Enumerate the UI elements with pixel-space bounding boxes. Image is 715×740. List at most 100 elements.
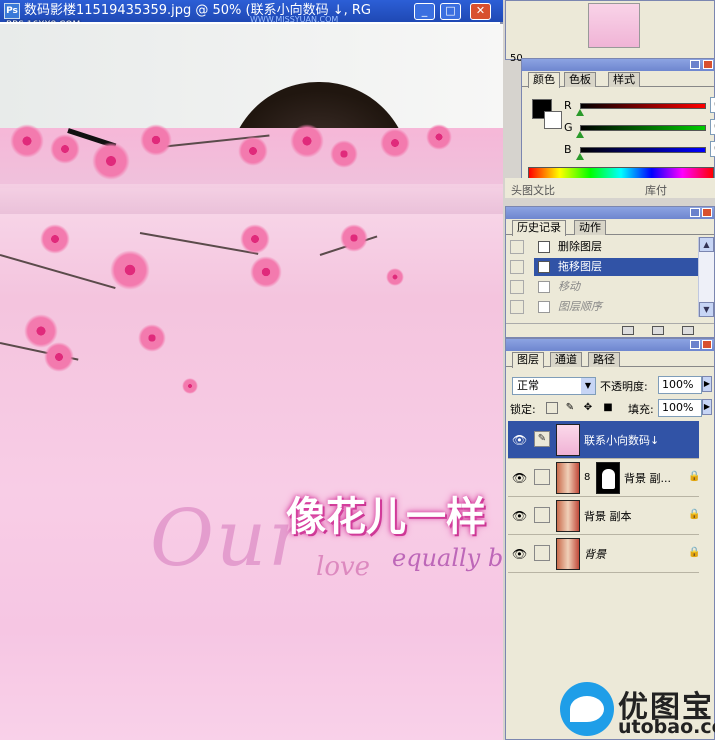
document-window: Ps 数码影楼11519435359.jpg @ 50% (联系小向数码 ↓, … bbox=[0, 0, 503, 740]
green-slider[interactable] bbox=[580, 125, 706, 131]
history-item[interactable]: 移动 bbox=[506, 277, 699, 297]
history-item-selected[interactable]: 拖移图层 bbox=[506, 257, 699, 277]
visibility-eye-icon[interactable]: 👁 bbox=[512, 509, 527, 523]
minimize-button[interactable]: _ bbox=[414, 3, 435, 20]
padlock-icon: 🔒 bbox=[688, 509, 701, 520]
scroll-up-icon[interactable]: ▲ bbox=[699, 237, 714, 252]
history-panel-tabs: 历史记录 动作 bbox=[506, 219, 714, 236]
art-script-equally: equally bloo bbox=[392, 544, 503, 572]
link-box[interactable] bbox=[534, 507, 550, 523]
link-box[interactable] bbox=[534, 545, 550, 561]
tab-channels[interactable]: 通道 bbox=[550, 352, 582, 367]
new-document-from-state-icon[interactable] bbox=[622, 326, 634, 335]
layer-name: 背景 副本 bbox=[584, 510, 632, 523]
layer-thumbnail bbox=[556, 538, 580, 570]
fill-arrow-icon[interactable]: ▶ bbox=[702, 399, 712, 415]
history-item[interactable]: 图层顺序 bbox=[506, 297, 699, 317]
navigator-thumbnail[interactable] bbox=[588, 3, 640, 48]
document-titlebar[interactable]: Ps 数码影楼11519435359.jpg @ 50% (联系小向数码 ↓, … bbox=[0, 0, 503, 22]
background-color-swatch[interactable] bbox=[544, 111, 562, 129]
chevron-down-icon[interactable]: ▼ bbox=[581, 378, 595, 394]
tab-actions[interactable]: 动作 bbox=[574, 220, 606, 235]
green-value-input[interactable]: 0 bbox=[710, 119, 715, 135]
styles-remnant-right: 库付 bbox=[645, 184, 667, 197]
history-item[interactable]: 删除图层 bbox=[506, 237, 699, 257]
history-item-label: 拖移图层 bbox=[558, 260, 602, 273]
green-slider-knob[interactable] bbox=[576, 131, 584, 138]
layers-panel-tabs: 图层 通道 路径 bbox=[506, 351, 714, 368]
history-panel: 历史记录 动作 删除图层 拖移图层 移动 图层顺序 ▲ ▼ bbox=[505, 206, 715, 338]
red-slider[interactable] bbox=[580, 103, 706, 109]
panel-minimize-button[interactable] bbox=[690, 208, 700, 217]
blossom bbox=[340, 224, 368, 252]
red-value-input[interactable]: 0 bbox=[710, 97, 715, 113]
layers-panel-titlebar[interactable] bbox=[506, 339, 714, 351]
tab-layers[interactable]: 图层 bbox=[512, 352, 544, 368]
blossom bbox=[44, 342, 74, 372]
image-canvas[interactable]: Our love equally bloo 像花儿一样 bbox=[0, 24, 503, 740]
blossom bbox=[92, 142, 130, 180]
blossom bbox=[10, 124, 44, 158]
visibility-eye-icon[interactable]: 👁 bbox=[512, 433, 527, 447]
history-checkbox[interactable] bbox=[510, 260, 524, 274]
color-panel-titlebar[interactable] bbox=[522, 59, 714, 71]
layer-thumbnail bbox=[556, 462, 580, 494]
link-box[interactable] bbox=[534, 469, 550, 485]
visibility-eye-icon[interactable]: 👁 bbox=[512, 547, 527, 561]
trash-icon[interactable] bbox=[682, 326, 694, 335]
lock-position-icon[interactable]: ✥ bbox=[582, 402, 594, 414]
history-scrollbar[interactable]: ▲ ▼ bbox=[698, 237, 714, 317]
close-button[interactable]: ✕ bbox=[470, 3, 491, 20]
new-snapshot-icon[interactable] bbox=[652, 326, 664, 335]
panel-minimize-button[interactable] bbox=[690, 340, 700, 349]
blossom bbox=[240, 224, 270, 254]
panel-close-button[interactable] bbox=[702, 340, 712, 349]
brush-link-icon[interactable]: ✎ bbox=[534, 431, 550, 447]
blue-slider-knob[interactable] bbox=[576, 153, 584, 160]
panel-close-button[interactable] bbox=[702, 208, 712, 217]
history-checkbox[interactable] bbox=[510, 280, 524, 294]
scroll-down-icon[interactable]: ▼ bbox=[699, 302, 714, 317]
history-panel-titlebar[interactable] bbox=[506, 207, 714, 219]
blend-mode-select[interactable]: 正常 ▼ bbox=[512, 377, 596, 395]
transparent-strip bbox=[0, 184, 503, 214]
red-slider-knob[interactable] bbox=[576, 109, 584, 116]
tab-color[interactable]: 颜色 bbox=[528, 72, 560, 88]
layer-row[interactable]: 👁 ✎ 联系小向数码↓ bbox=[508, 421, 699, 459]
blue-slider[interactable] bbox=[580, 147, 706, 153]
site-watermark-top: WWW.MISSYUAN.COM bbox=[250, 15, 339, 22]
maximize-button[interactable]: □ bbox=[440, 3, 461, 20]
panel-minimize-button[interactable] bbox=[690, 60, 700, 69]
blossom bbox=[426, 124, 452, 150]
history-checkbox[interactable] bbox=[510, 300, 524, 314]
tab-history[interactable]: 历史记录 bbox=[512, 220, 566, 236]
lock-label: 锁定: bbox=[510, 403, 536, 416]
layer-row[interactable]: 👁 背景 副本 🔒 bbox=[508, 497, 701, 535]
art-script-love: love bbox=[316, 552, 371, 582]
layer-mask-thumbnail[interactable] bbox=[596, 462, 620, 494]
lock-all-icon[interactable]: ■ bbox=[602, 402, 614, 414]
history-checkbox[interactable] bbox=[510, 240, 524, 254]
layer-row[interactable]: 👁 8 背景 副... 🔒 bbox=[508, 459, 700, 497]
site-url: utobao.com bbox=[618, 716, 715, 738]
blue-value-input[interactable]: 0 bbox=[710, 141, 715, 157]
opacity-input[interactable]: 100% bbox=[658, 376, 702, 394]
lock-brush-icon[interactable]: ✎ bbox=[564, 402, 576, 414]
history-item-label: 移动 bbox=[558, 280, 580, 293]
lock-transparency-icon[interactable] bbox=[546, 402, 558, 414]
panel-close-button[interactable] bbox=[703, 60, 713, 69]
blossom bbox=[238, 136, 268, 166]
blossom bbox=[330, 140, 358, 168]
color-panel-tabs: 颜色 色板 样式 bbox=[522, 71, 714, 88]
styles-remnant-left: 头图文比 bbox=[511, 184, 555, 197]
fill-label: 填充: bbox=[628, 403, 654, 416]
chain-link-icon[interactable]: 8 bbox=[584, 472, 590, 483]
tab-paths[interactable]: 路径 bbox=[588, 352, 620, 367]
layer-row[interactable]: 👁 背景 🔒 bbox=[508, 535, 700, 573]
visibility-eye-icon[interactable]: 👁 bbox=[512, 471, 527, 485]
blossom bbox=[386, 268, 404, 286]
fill-input[interactable]: 100% bbox=[658, 399, 702, 417]
tab-styles[interactable]: 样式 bbox=[608, 72, 640, 87]
tab-swatches[interactable]: 色板 bbox=[564, 72, 596, 87]
opacity-arrow-icon[interactable]: ▶ bbox=[702, 376, 712, 392]
